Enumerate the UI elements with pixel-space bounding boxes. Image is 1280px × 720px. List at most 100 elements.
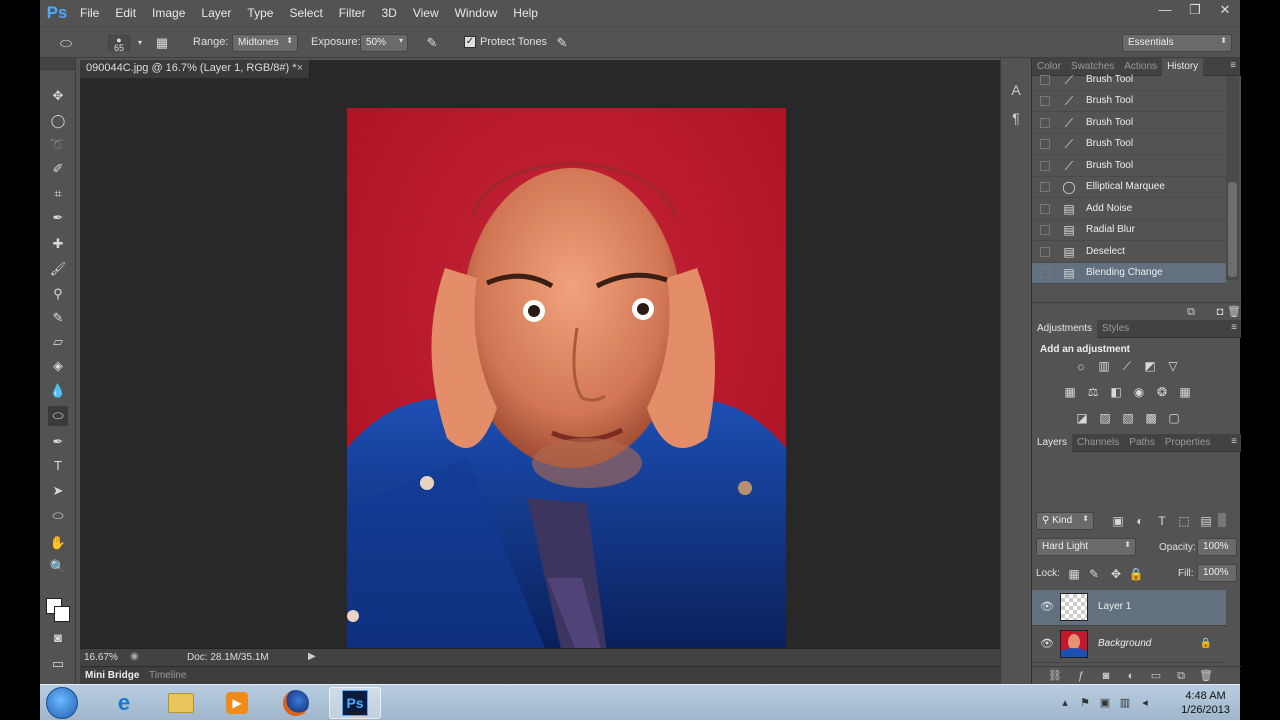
kind-filter-select[interactable]: ⚲ Kind ⬍ — [1036, 512, 1094, 530]
panel-menu-icon[interactable]: ≡ — [1231, 436, 1237, 447]
screen-mode-icon[interactable]: ▭ — [48, 654, 68, 674]
fill-input[interactable]: 100% — [1197, 564, 1237, 582]
volume-icon[interactable]: ◂ — [1138, 696, 1152, 710]
layer-row-layer-1[interactable]: 👁 Layer 1 — [1032, 590, 1226, 626]
history-item[interactable]: ▤ Add Noise — [1032, 199, 1226, 220]
burn-tool-icon[interactable]: ⬭ — [48, 406, 68, 426]
threshold-icon[interactable]: ▧ — [1120, 410, 1136, 426]
taskbar-internet-explorer[interactable]: e — [98, 687, 150, 719]
healing-brush-tool-icon[interactable]: ✚ — [48, 234, 68, 254]
tab-layers[interactable]: Layers — [1032, 434, 1073, 452]
eye-icon[interactable]: 👁 — [1040, 637, 1054, 651]
filter-toggle-switch[interactable] — [1218, 513, 1226, 527]
crop-tool-icon[interactable]: ⌗ — [48, 184, 68, 204]
gradient-map-icon[interactable]: ▩ — [1143, 410, 1159, 426]
brush-panel-icon[interactable]: ▦ — [154, 35, 170, 51]
posterize-icon[interactable]: ▨ — [1097, 410, 1113, 426]
lock-position-icon[interactable]: ✥ — [1108, 566, 1124, 582]
taskbar-windows-explorer[interactable] — [155, 687, 207, 719]
tab-properties[interactable]: Properties — [1160, 434, 1216, 452]
history-item[interactable]: ⟋ Brush Tool — [1032, 156, 1226, 177]
action-center-icon[interactable]: ⚑ — [1078, 696, 1092, 710]
tools-panel-header[interactable] — [40, 58, 75, 70]
taskbar-media-player[interactable]: ▶ — [211, 687, 263, 719]
character-panel-icon[interactable]: A — [1008, 82, 1024, 98]
history-snapshot-checkbox[interactable] — [1040, 247, 1050, 257]
new-group-icon[interactable]: ▭ — [1149, 669, 1163, 683]
vibrance-icon[interactable]: ▽ — [1165, 358, 1181, 374]
layer-style-icon[interactable]: ƒ — [1074, 669, 1088, 683]
camera-icon[interactable]: ◘ — [1213, 305, 1227, 319]
history-item[interactable]: ⟋ Brush Tool — [1032, 91, 1226, 112]
menu-file[interactable]: File — [72, 0, 107, 26]
history-scrollbar-thumb[interactable] — [1228, 182, 1237, 277]
levels-icon[interactable]: ▥ — [1096, 358, 1112, 374]
lasso-tool-icon[interactable]: ➰ — [48, 135, 68, 155]
brush-tool-icon[interactable]: 🖌 — [48, 259, 68, 279]
range-select[interactable]: Midtones ⬍ — [232, 34, 298, 52]
history-snapshot-checkbox[interactable] — [1040, 161, 1050, 171]
filter-adjustment-layer-icon[interactable]: ◐ — [1132, 513, 1148, 529]
hue-saturation-icon[interactable]: ▦ — [1062, 384, 1078, 400]
history-snapshot-checkbox[interactable] — [1040, 139, 1050, 149]
protect-tones-checkbox[interactable]: ✓ — [464, 36, 476, 48]
brush-size-picker[interactable]: ● 65 — [108, 35, 130, 53]
history-snapshot-checkbox[interactable] — [1040, 96, 1050, 106]
close-button[interactable]: ✕ — [1210, 0, 1240, 22]
filter-shape-layer-icon[interactable]: ⬚ — [1176, 513, 1192, 529]
menu-edit[interactable]: Edit — [107, 0, 144, 26]
quick-mask-icon[interactable]: ◙ — [48, 628, 68, 648]
play-arrow-icon[interactable]: ▶ — [308, 651, 316, 662]
history-brush-tool-icon[interactable]: ✎ — [48, 308, 68, 328]
tab-channels[interactable]: Channels — [1072, 434, 1124, 452]
opacity-input[interactable]: 100% — [1197, 538, 1237, 556]
tab-adjustments[interactable]: Adjustments — [1032, 320, 1098, 338]
background-color-swatch[interactable] — [54, 606, 70, 622]
color-lookup-icon[interactable]: ▦ — [1177, 384, 1193, 400]
tab-timeline[interactable]: Timeline — [144, 669, 191, 682]
history-item[interactable]: ▤ Deselect — [1032, 242, 1226, 263]
canvas-background[interactable] — [80, 78, 1018, 653]
hand-tool-icon[interactable]: ✋ — [48, 533, 68, 553]
paragraph-panel-icon[interactable]: ¶ — [1008, 110, 1024, 126]
menu-layer[interactable]: Layer — [193, 0, 239, 26]
tab-paths[interactable]: Paths — [1124, 434, 1160, 452]
eraser-tool-icon[interactable]: ▱ — [48, 332, 68, 352]
photo-filter-icon[interactable]: ◉ — [1131, 384, 1147, 400]
lock-all-icon[interactable]: 🔒 — [1128, 566, 1144, 582]
path-selection-tool-icon[interactable]: ➤ — [48, 481, 68, 501]
blend-mode-select[interactable]: Hard Light ⬍ — [1036, 538, 1136, 556]
menu-window[interactable]: Window — [447, 0, 506, 26]
burn-tool-preset-icon[interactable]: ⬭ — [58, 35, 74, 51]
new-document-from-state-icon[interactable]: ⧉ — [1184, 305, 1198, 319]
status-info-icon[interactable]: ◉ — [130, 651, 139, 662]
eyedropper-tool-icon[interactable]: ✒ — [48, 208, 68, 228]
color-balance-icon[interactable]: ⚖ — [1085, 384, 1101, 400]
link-layers-icon[interactable]: ⛓ — [1048, 669, 1062, 683]
zoom-tool-icon[interactable]: 🔍 — [48, 557, 68, 577]
tab-styles[interactable]: Styles — [1097, 320, 1134, 338]
pressure-size-icon[interactable]: ✎ — [554, 35, 570, 51]
zoom-level[interactable]: 16.67% — [84, 652, 118, 663]
move-tool-icon[interactable]: ✥ — [48, 86, 68, 106]
menu-3d[interactable]: 3D — [373, 0, 404, 26]
marquee-tool-icon[interactable]: ◯ — [48, 111, 68, 131]
history-snapshot-checkbox[interactable] — [1040, 268, 1050, 278]
clone-stamp-tool-icon[interactable]: ⚲ — [48, 284, 68, 304]
airbrush-icon[interactable]: ✎ — [424, 35, 440, 51]
filter-smart-object-icon[interactable]: ▤ — [1198, 513, 1214, 529]
gradient-tool-icon[interactable]: ◈ — [48, 356, 68, 376]
history-item[interactable]: ▤ Radial Blur — [1032, 220, 1226, 241]
taskbar-firefox[interactable] — [270, 687, 322, 719]
menu-type[interactable]: Type — [239, 0, 281, 26]
history-item[interactable]: ◯ Elliptical Marquee — [1032, 177, 1226, 198]
history-item-selected[interactable]: ▤ Blending Change — [1032, 263, 1226, 284]
history-item[interactable]: ⟋ Brush Tool — [1032, 113, 1226, 134]
system-clock[interactable]: 4:48 AM 1/26/2013 — [1181, 689, 1230, 717]
pen-tool-icon[interactable]: ✒ — [48, 432, 68, 452]
add-mask-icon[interactable]: ◙ — [1099, 669, 1113, 683]
panel-menu-icon[interactable]: ≡ — [1230, 60, 1236, 71]
brightness-contrast-icon[interactable]: ☼ — [1073, 358, 1089, 374]
tab-mini-bridge[interactable]: Mini Bridge — [80, 669, 144, 682]
filter-type-layer-icon[interactable]: T — [1154, 513, 1170, 529]
